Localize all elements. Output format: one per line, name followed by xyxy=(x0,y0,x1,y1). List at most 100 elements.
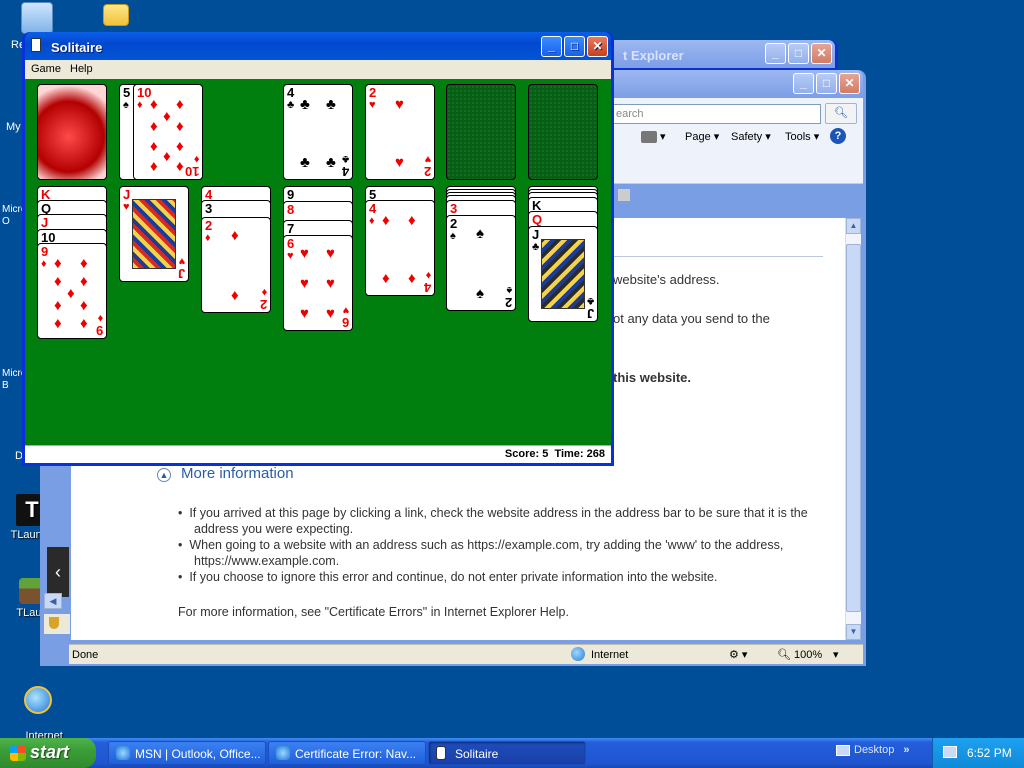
foundation-empty-1[interactable] xyxy=(446,84,516,180)
tools-menu-label: Tools xyxy=(785,131,811,143)
foundation-2-hearts[interactable]: 2 ♥ 2 ♥ ♥ ♥ xyxy=(365,84,435,180)
taskbar-item-certificate-error[interactable]: Certificate Error: Nav... xyxy=(268,741,426,765)
vertical-scrollbar[interactable]: ▲ ▼ xyxy=(845,218,861,640)
face-card-art xyxy=(132,199,176,269)
maximize-button[interactable]: □ xyxy=(788,43,809,64)
collapse-icon[interactable]: ▲ xyxy=(157,468,171,482)
safety-menu-label: Safety xyxy=(731,131,763,143)
close-button[interactable]: ✕ xyxy=(839,73,860,94)
protected-mode-icon[interactable]: ⚙ ▾ xyxy=(729,648,747,661)
globe-icon xyxy=(571,647,585,661)
status-text: Done xyxy=(72,649,99,661)
zoom-dropdown[interactable]: ▾ xyxy=(833,648,839,661)
card-4-diamonds[interactable]: 4 ♦ 4 ♦ ♦ ♦ ♦ ♦ xyxy=(365,200,435,296)
text-fragment-3: this website. xyxy=(613,370,692,385)
safety-menu-button[interactable]: Safety ▾ xyxy=(731,130,771,143)
minimize-button[interactable]: _ xyxy=(541,36,562,57)
score-time: Score: 5 Time: 268 xyxy=(504,448,605,460)
feeds-icon xyxy=(618,189,630,201)
back-arrow-icon[interactable]: ‹ xyxy=(47,547,69,597)
tools-menu-button[interactable]: Tools ▾ xyxy=(785,130,819,143)
ie-back-titlebar[interactable]: t Explorer _ □ ✕ xyxy=(603,40,835,68)
zoom-icon: 🔍︎ xyxy=(777,649,791,661)
solitaire-title: Solitaire xyxy=(51,40,103,55)
maximize-button[interactable]: □ xyxy=(816,73,837,94)
solitaire-window[interactable]: Solitaire _ □ ✕ Game Help 5 ♠ 10 ♦ 10 ♦ ♦ ♦ … xyxy=(22,32,614,466)
search-input[interactable]: earch xyxy=(611,104,821,124)
system-tray: 6:52 PM xyxy=(932,738,1024,768)
help-icon[interactable]: ? xyxy=(830,128,846,144)
desktop-toolbar-icon xyxy=(836,744,850,756)
face-card-art xyxy=(541,239,585,309)
folder-icon xyxy=(103,4,129,26)
network-icon[interactable] xyxy=(943,746,957,758)
toolbar-chevron[interactable]: » xyxy=(903,744,909,756)
zoom-level: 100% xyxy=(794,649,823,661)
start-label: start xyxy=(30,742,70,762)
stock-pile[interactable] xyxy=(37,84,107,180)
solitaire-table[interactable]: 5 ♠ 10 ♦ 10 ♦ ♦ ♦ ♦ ♦ ♦ ♦ ♦ ♦ ♦ ♦ 4 ♣ 4 ♣ ♣ ♣ ♣ ♣ 2 ♥… xyxy=(25,79,611,445)
solitaire-icon xyxy=(436,746,446,760)
list-item: • When going to a website with an addres… xyxy=(178,538,784,568)
bullet-list: • If you arrived at this page by clickin… xyxy=(178,505,808,585)
taskbar-item-solitaire[interactable]: Solitaire xyxy=(428,741,586,765)
foundation-4-clubs[interactable]: 4 ♣ 4 ♣ ♣ ♣ ♣ ♣ xyxy=(283,84,353,180)
card-jack-hearts[interactable]: J ♥ J ♥ xyxy=(119,186,189,282)
minimize-button[interactable]: _ xyxy=(793,73,814,94)
desktop-icon-my-documents[interactable]: My xyxy=(6,121,21,133)
ie-back-title: t Explorer xyxy=(623,48,684,63)
desktop-icon-folder[interactable] xyxy=(84,4,148,29)
task-label: Certificate Error: Nav... xyxy=(295,747,417,761)
page-menu-button[interactable]: Page ▾ xyxy=(685,130,719,143)
more-information-link[interactable]: More information xyxy=(181,465,294,482)
start-button[interactable]: start xyxy=(0,738,96,768)
foundation-empty-2[interactable] xyxy=(528,84,598,180)
windows-logo-icon xyxy=(10,745,26,761)
desktop-toolbar-label: Desktop xyxy=(854,744,895,756)
scroll-thumb[interactable] xyxy=(846,244,861,612)
menu-help[interactable]: Help xyxy=(70,63,93,75)
solitaire-status-bar: Score: 5 Time: 268 xyxy=(25,445,611,463)
shield-icon xyxy=(44,614,70,634)
page-menu-label: Page xyxy=(685,131,711,143)
desktop-toolbar[interactable]: Desktop » xyxy=(836,744,910,756)
internet-explorer-icon xyxy=(24,686,52,714)
card-jack-clubs[interactable]: J ♣ J ♣ xyxy=(528,226,598,322)
close-button[interactable]: ✕ xyxy=(587,36,608,57)
divider xyxy=(611,256,823,257)
zoom-button[interactable]: 🔍︎ 100% xyxy=(777,648,822,661)
close-button[interactable]: ✕ xyxy=(811,43,832,64)
menu-game[interactable]: Game xyxy=(31,63,61,75)
ie-icon xyxy=(116,746,130,760)
text-fragment-1: website's address. xyxy=(613,272,720,287)
card-2-spades[interactable]: 2 ♠ 2 ♠ ♠ ♠ xyxy=(446,215,516,311)
clock[interactable]: 6:52 PM xyxy=(967,746,1012,760)
search-button[interactable]: 🔍︎ xyxy=(825,103,857,124)
taskbar-item-msn[interactable]: MSN | Outlook, Office... xyxy=(108,741,266,765)
card-9-diamonds[interactable]: 9 ♦ 9 ♦ ♦ ♦ ♦ ♦ ♦ ♦ ♦ ♦ ♦ xyxy=(37,243,107,339)
scroll-down-button[interactable]: ▼ xyxy=(846,624,861,640)
solitaire-titlebar[interactable]: Solitaire _ □ ✕ xyxy=(25,32,611,60)
scroll-left-button[interactable]: ◀ xyxy=(44,593,62,609)
magnifier-icon: 🔍︎ xyxy=(834,107,848,119)
ie-title-buttons: _ □ ✕ xyxy=(793,73,860,94)
minimize-button[interactable]: _ xyxy=(765,43,786,64)
ie-window-back[interactable]: t Explorer _ □ ✕ xyxy=(600,40,838,70)
solitaire-title-buttons: _ □ ✕ xyxy=(541,36,608,57)
scroll-up-button[interactable]: ▲ xyxy=(846,218,861,234)
list-item: • If you choose to ignore this error and… xyxy=(178,570,718,584)
card-6-hearts[interactable]: 6 ♥ 6 ♥ ♥ ♥ ♥ ♥ ♥ ♥ xyxy=(283,235,353,331)
task-label: Solitaire xyxy=(455,747,499,761)
list-item: • If you arrived at this page by clickin… xyxy=(178,506,808,536)
ie-back-title-buttons: _ □ ✕ xyxy=(765,43,832,64)
card-2-diamonds[interactable]: 2 ♦ 2 ♦ ♦ ♦ xyxy=(201,217,271,313)
zone-text: Internet xyxy=(591,649,629,661)
print-button[interactable]: ▾ xyxy=(641,130,666,144)
print-icon xyxy=(641,131,657,144)
recycle-bin-icon xyxy=(21,2,53,34)
waste-card-10-diamonds[interactable]: 10 ♦ 10 ♦ ♦ ♦ ♦ ♦ ♦ ♦ ♦ ♦ ♦ ♦ xyxy=(133,84,203,180)
ie-icon xyxy=(276,746,290,760)
solitaire-menubar: Game Help xyxy=(25,60,611,79)
solitaire-icon xyxy=(31,38,41,52)
maximize-button[interactable]: □ xyxy=(564,36,585,57)
